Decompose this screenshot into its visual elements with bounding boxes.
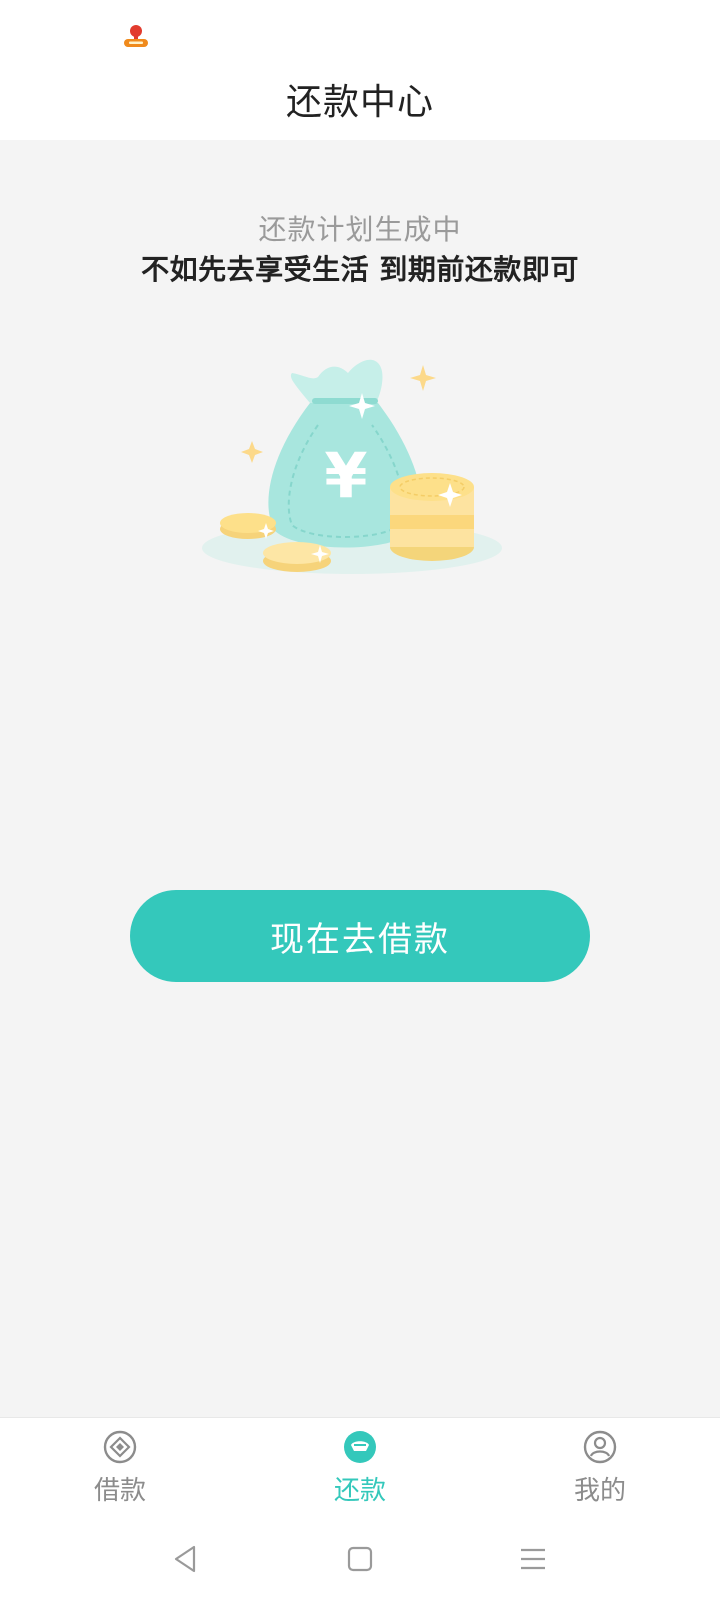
repay-icon — [344, 1431, 376, 1463]
bottom-tab-bar: 借款 还款 我的 — [0, 1417, 720, 1518]
repayment-center-page: 还款中心 还款计划生成中 不如先去享受生活 到期前还款即可 ¥ 现在去借款 借款… — [0, 0, 720, 1600]
currency-symbol: ¥ — [324, 439, 367, 512]
money-bag-illustration: ¥ — [202, 359, 502, 574]
status-bar — [0, 0, 720, 58]
empty-state-message: 不如先去享受生活 到期前还款即可 — [141, 253, 579, 286]
tab-mine[interactable]: 我的 — [530, 1418, 670, 1518]
profile-icon — [583, 1430, 617, 1464]
app-notification-icon — [124, 25, 148, 47]
empty-state-subtitle: 还款计划生成中 — [258, 213, 462, 246]
tab-label: 借款 — [93, 1476, 146, 1506]
header: 还款中心 — [0, 58, 720, 140]
back-icon[interactable] — [168, 1542, 202, 1576]
loan-icon — [103, 1430, 137, 1464]
sparkle-icon — [241, 441, 263, 463]
sparkle-icon — [410, 365, 436, 391]
page-title: 还款中心 — [285, 82, 434, 123]
system-navigation-bar — [0, 1518, 720, 1600]
tab-label: 还款 — [333, 1476, 386, 1506]
money-bag-top-icon — [290, 359, 383, 403]
borrow-now-button[interactable]: 现在去借款 — [130, 890, 590, 982]
tab-loan[interactable]: 借款 — [50, 1418, 190, 1518]
menu-icon[interactable] — [516, 1542, 550, 1576]
tab-label: 我的 — [573, 1476, 626, 1506]
empty-state: 还款计划生成中 不如先去享受生活 到期前还款即可 — [0, 210, 720, 290]
home-icon[interactable] — [343, 1542, 377, 1576]
tab-repay[interactable]: 还款 — [290, 1418, 430, 1518]
